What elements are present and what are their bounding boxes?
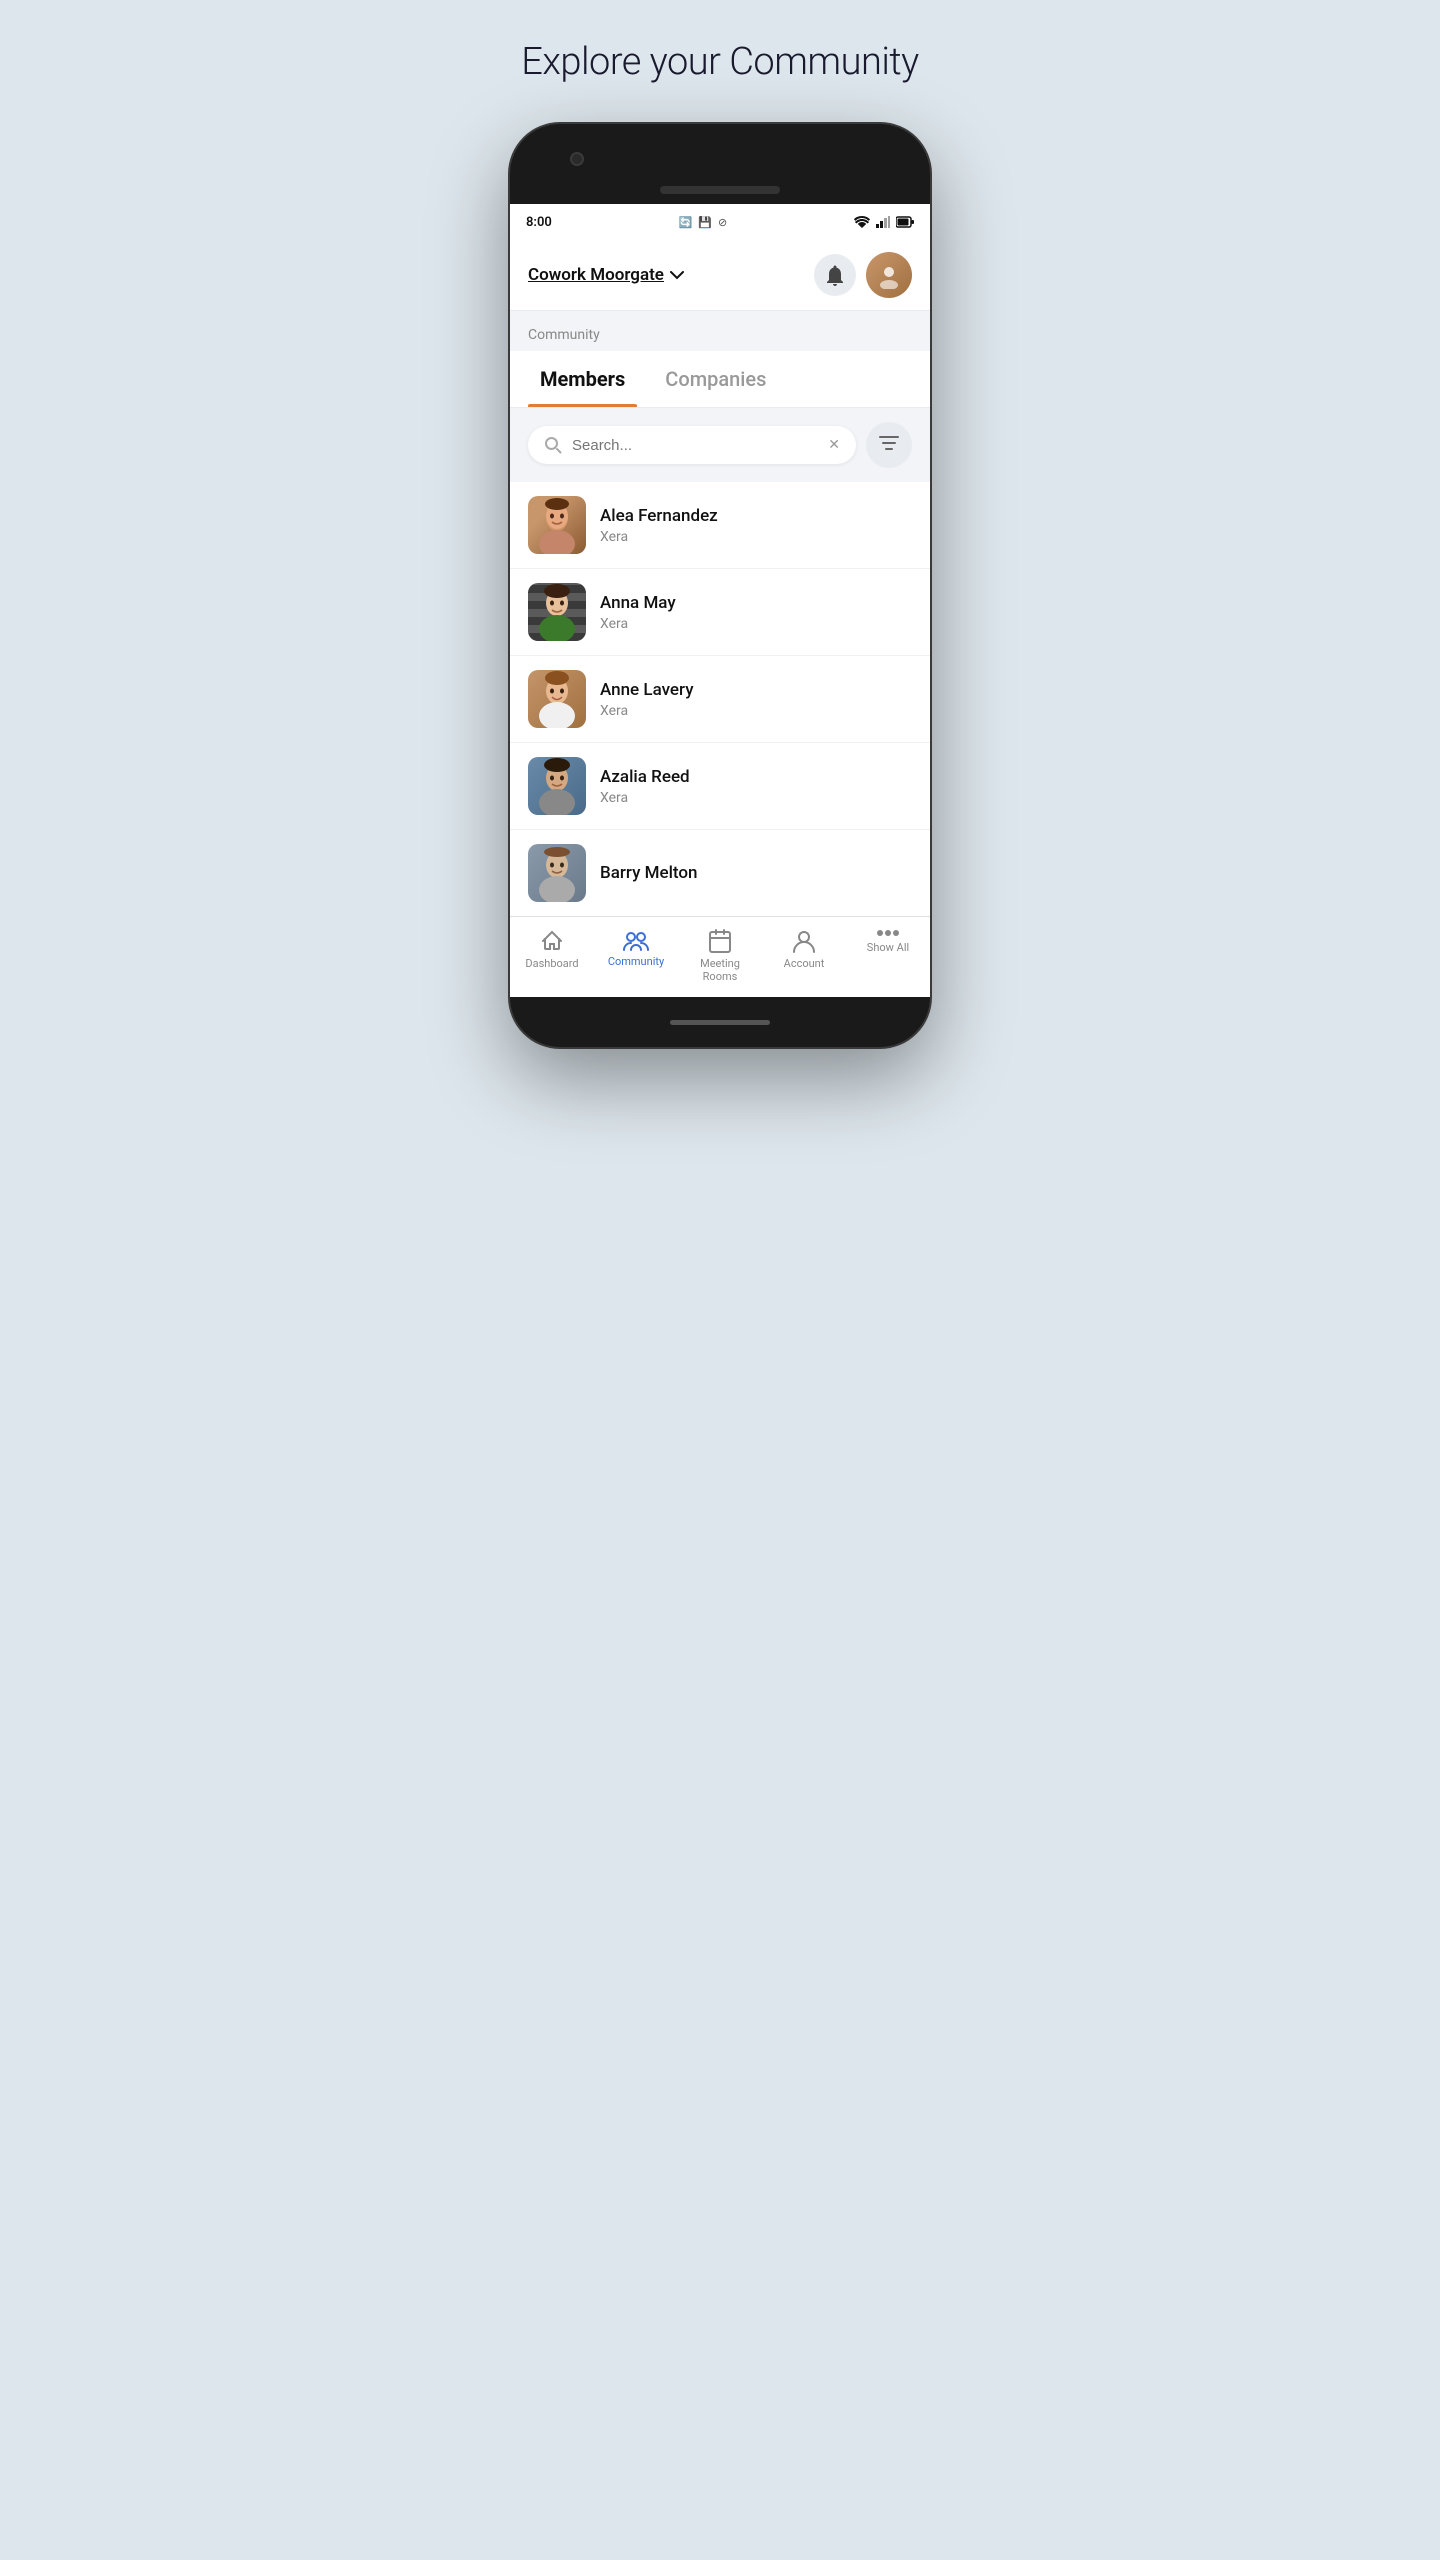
wifi-icon xyxy=(854,216,870,228)
status-center-icons: 🔄 💾 ⊘ xyxy=(679,216,728,229)
member-avatar xyxy=(528,583,586,641)
member-info: Anne Lavery Xera xyxy=(600,680,694,719)
front-camera xyxy=(570,152,584,166)
sync-icon: 🔄 xyxy=(679,216,693,229)
user-avatar xyxy=(866,252,912,298)
signal-icon xyxy=(876,216,890,228)
clear-search-button[interactable]: ✕ xyxy=(828,437,840,453)
member-info: Anna May Xera xyxy=(600,593,676,632)
user-avatar-button[interactable] xyxy=(866,252,912,298)
earpiece-speaker xyxy=(660,186,780,194)
tab-members[interactable]: Members xyxy=(528,351,637,407)
account-icon xyxy=(793,929,815,953)
workspace-selector[interactable]: Cowork Moorgate xyxy=(528,265,684,285)
search-input[interactable] xyxy=(572,437,818,454)
bell-icon xyxy=(825,264,845,286)
sd-icon: 💾 xyxy=(698,216,712,229)
nav-label-community: Community xyxy=(608,955,664,968)
app-header: Cowork Moorgate xyxy=(510,240,930,311)
nav-label-show-all: Show All xyxy=(867,941,909,954)
home-icon xyxy=(540,929,564,953)
status-right-icons xyxy=(854,216,914,228)
nav-item-community[interactable]: Community xyxy=(594,925,678,987)
filter-icon xyxy=(879,436,899,454)
header-actions xyxy=(814,252,912,298)
community-icon xyxy=(623,929,649,951)
phone-bottom-bezel xyxy=(510,997,930,1047)
member-avatar xyxy=(528,757,586,815)
search-box: ✕ xyxy=(528,426,856,464)
member-name: Anna May xyxy=(600,593,676,613)
member-company: Xera xyxy=(600,616,676,632)
nav-label-account: Account xyxy=(784,957,825,970)
search-row: ✕ xyxy=(510,408,930,482)
nav-item-meeting-rooms[interactable]: MeetingRooms xyxy=(678,925,762,987)
dots-icon xyxy=(876,929,900,937)
list-item[interactable]: Azalia Reed Xera xyxy=(510,743,930,830)
phone-shell: 8:00 🔄 💾 ⊘ xyxy=(510,124,930,1047)
member-name: Alea Fernandez xyxy=(600,506,718,526)
list-item[interactable]: Anna May Xera xyxy=(510,569,930,656)
content-area: Community Members Companies ✕ xyxy=(510,311,930,916)
nav-item-account[interactable]: Account xyxy=(762,925,846,987)
workspace-label: Cowork Moorgate xyxy=(528,265,664,285)
battery-icon xyxy=(896,216,914,228)
member-info: Barry Melton xyxy=(600,863,698,883)
list-item[interactable]: Alea Fernandez Xera xyxy=(510,482,930,569)
nav-label-dashboard: Dashboard xyxy=(525,957,578,970)
member-name: Barry Melton xyxy=(600,863,698,883)
search-icon xyxy=(544,436,562,454)
members-list: Alea Fernandez Xera xyxy=(510,482,930,916)
status-bar: 8:00 🔄 💾 ⊘ xyxy=(510,204,930,240)
list-item[interactable]: Barry Melton xyxy=(510,830,930,916)
bottom-nav: Dashboard Community xyxy=(510,916,930,997)
phone-top-bezel xyxy=(510,124,930,204)
phone-screen: 8:00 🔄 💾 ⊘ xyxy=(510,204,930,997)
section-label: Community xyxy=(510,311,930,351)
member-company: Xera xyxy=(600,790,690,806)
status-time: 8:00 xyxy=(526,215,552,230)
chevron-down-icon xyxy=(670,271,684,280)
tab-companies[interactable]: Companies xyxy=(653,351,778,407)
member-avatar xyxy=(528,670,586,728)
member-name: Anne Lavery xyxy=(600,680,694,700)
tabs-container: Members Companies xyxy=(510,351,930,408)
home-indicator xyxy=(670,1020,770,1025)
member-avatar xyxy=(528,496,586,554)
member-company: Xera xyxy=(600,703,694,719)
page-title: Explore your Community xyxy=(521,40,918,84)
list-item[interactable]: Anne Lavery Xera xyxy=(510,656,930,743)
member-info: Alea Fernandez Xera xyxy=(600,506,718,545)
filter-button[interactable] xyxy=(866,422,912,468)
notification-bell-button[interactable] xyxy=(814,254,856,296)
nav-item-show-all[interactable]: Show All xyxy=(846,925,930,987)
nav-item-dashboard[interactable]: Dashboard xyxy=(510,925,594,987)
member-company: Xera xyxy=(600,529,718,545)
calendar-icon xyxy=(709,929,731,953)
no-disturb-icon: ⊘ xyxy=(718,216,727,229)
member-name: Azalia Reed xyxy=(600,767,690,787)
member-avatar xyxy=(528,844,586,902)
member-info: Azalia Reed Xera xyxy=(600,767,690,806)
nav-label-meeting-rooms: MeetingRooms xyxy=(700,957,740,983)
